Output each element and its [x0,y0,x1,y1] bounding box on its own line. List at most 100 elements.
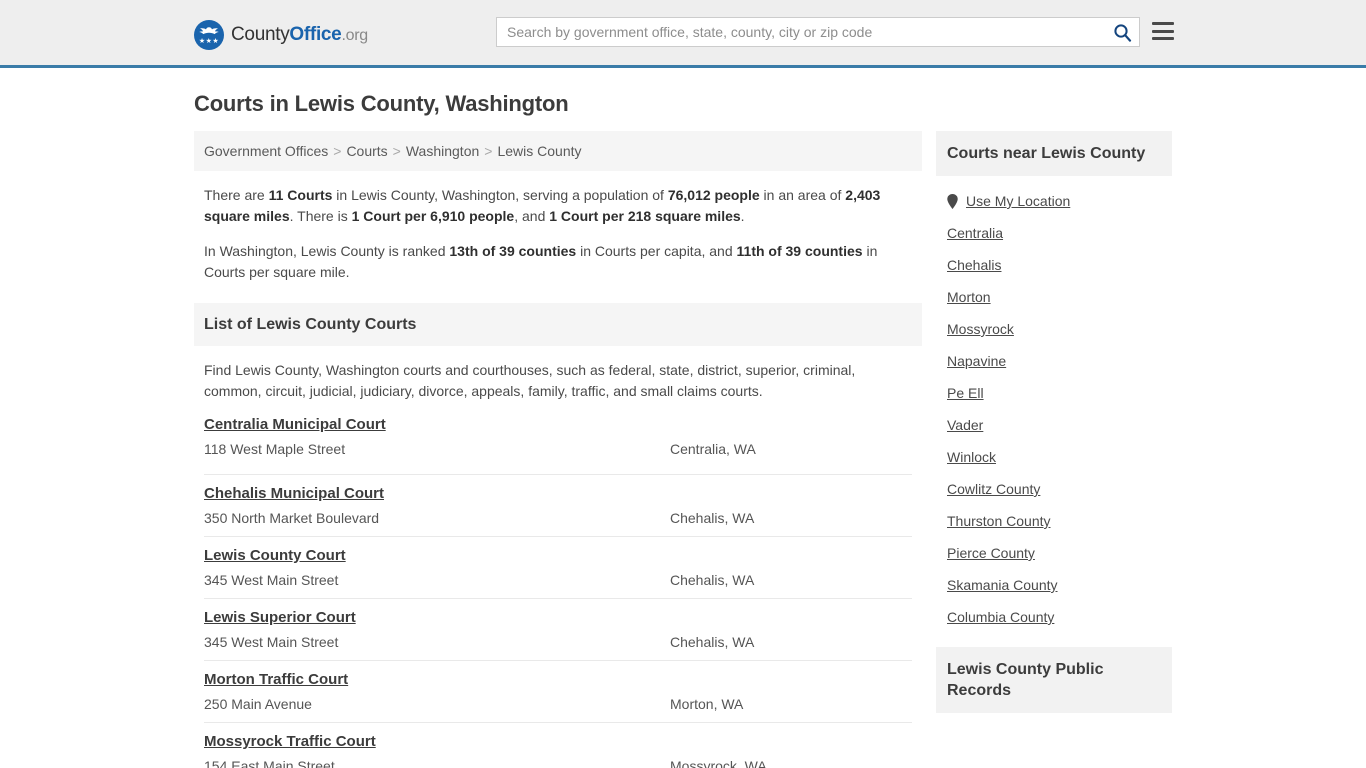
nearby-link-row[interactable]: Cowlitz County [947,473,1161,505]
breadcrumb-item[interactable]: Government Offices [204,143,328,159]
nearby-link[interactable]: Pe Ell [947,385,984,401]
nearby-link[interactable]: Morton [947,289,991,305]
hamburger-bar [1152,29,1174,33]
nearby-link-row[interactable]: Pierce County [947,537,1161,569]
nearby-link-row[interactable]: Chehalis [947,249,1161,281]
county-statistics: There are 11 Courts in Lewis County, Was… [194,171,922,303]
nearby-link[interactable]: Centralia [947,225,1003,241]
use-my-location-link[interactable]: Use My Location [966,193,1070,209]
court-name-link[interactable]: Lewis Superior Court [204,609,356,626]
statistic-value: 76,012 people [667,187,760,203]
court-list-item: Lewis Superior Court 345 West Main Street… [204,598,912,660]
nearby-link[interactable]: Winlock [947,449,996,465]
brand-text-org: .org [341,27,368,44]
nearby-link[interactable]: Thurston County [947,513,1051,529]
nearby-link[interactable]: Napavine [947,353,1006,369]
use-my-location-row[interactable]: Use My Location [947,185,1161,217]
nearby-link-row[interactable]: Thurston County [947,505,1161,537]
court-list-item: Centralia Municipal Court 118 West Maple … [204,414,912,474]
statistics-paragraph-2: In Washington, Lewis County is ranked 13… [204,241,912,283]
search-icon [1113,23,1131,42]
statistic-text: There are [204,187,269,203]
public-records-heading: Lewis County Public Records [936,647,1172,713]
eagle-icon [199,27,219,35]
nearby-link-row[interactable]: Vader [947,409,1161,441]
court-meta: 250 Main Avenue Morton, WA [204,695,912,713]
statistic-text: . [740,208,745,224]
nearby-link-row[interactable]: Mossyrock [947,313,1161,345]
nearby-courts-links: Use My Location Centralia Chehalis Morton M… [936,176,1172,633]
nearby-link[interactable]: Columbia County [947,609,1054,625]
public-records-panel: Lewis County Public Records [936,647,1172,713]
nearby-link[interactable]: Chehalis [947,257,1001,273]
hamburger-bar [1152,37,1174,40]
search-button[interactable] [1105,18,1139,46]
page-title: Courts in Lewis County, Washington [194,91,569,116]
court-address: 350 North Market Boulevard [204,510,380,526]
court-meta: 345 West Main Street Chehalis, WA [204,571,912,589]
page-body: Courts in Lewis County, Washington Gover… [0,91,1366,768]
statistics-paragraph-1: There are 11 Courts in Lewis County, Was… [204,185,912,227]
brand-text-office: Office [289,24,342,45]
breadcrumb-separator: > [333,143,342,159]
nearby-link-row[interactable]: Columbia County [947,601,1161,633]
nearby-link-row[interactable]: Centralia [947,217,1161,249]
court-city-state: Chehalis, WA [670,634,755,650]
location-pin-icon [947,193,958,209]
court-meta: 118 West Maple Street Centralia, WA [204,440,912,458]
breadcrumb-separator: > [484,143,493,159]
sidebar: Courts near Lewis County Use My Location… [936,131,1172,727]
nearby-link[interactable]: Vader [947,417,983,433]
breadcrumb-item[interactable]: Lewis County [497,143,581,159]
court-meta: 154 East Main Street Mossyrock, WA [204,757,912,768]
nearby-link-row[interactable]: Napavine [947,345,1161,377]
statistic-text: in Courts per capita, and [576,243,737,259]
nearby-link-row[interactable]: Morton [947,281,1161,313]
menu-button[interactable] [1152,20,1174,42]
court-city-state: Chehalis, WA [670,510,755,526]
statistic-value: 11th of 39 counties [736,243,863,259]
statistic-text: In Washington, Lewis County is ranked [204,243,450,259]
nearby-link-row[interactable]: Pe Ell [947,377,1161,409]
court-address: 345 West Main Street [204,634,339,650]
nearby-link[interactable]: Skamania County [947,577,1058,593]
statistic-value: 11 Courts [268,187,333,203]
court-address: 250 Main Avenue [204,696,312,712]
court-list: Centralia Municipal Court 118 West Maple … [194,414,922,768]
statistic-text: in an area of [759,187,846,203]
nearby-link-row[interactable]: Skamania County [947,569,1161,601]
court-list-item: Chehalis Municipal Court 350 North Market… [204,474,912,536]
nearby-link[interactable]: Mossyrock [947,321,1014,337]
statistic-text: , and [514,208,550,224]
eagle-seal-icon: ★★★ [194,20,224,50]
search-input[interactable] [497,18,1105,46]
site-logo[interactable]: ★★★ CountyOffice.org [194,20,368,50]
nearby-courts-heading: Courts near Lewis County [936,131,1172,176]
statistic-text: in Lewis County, Washington, serving a p… [332,187,668,203]
statistic-value: 1 Court per 218 square miles [549,208,741,224]
court-address: 154 East Main Street [204,758,335,768]
nearby-link-row[interactable]: Winlock [947,441,1161,473]
court-city-state: Centralia, WA [670,441,756,457]
court-meta: 350 North Market Boulevard Chehalis, WA [204,509,912,527]
site-header: ★★★ CountyOffice.org [0,0,1366,68]
list-section-heading: List of Lewis County Courts [194,303,922,346]
breadcrumb-item[interactable]: Washington [406,143,479,159]
court-meta: 345 West Main Street Chehalis, WA [204,633,912,651]
brand-text-county: County [231,24,290,45]
court-list-item: Lewis County Court 345 West Main Street Ch… [204,536,912,598]
court-name-link[interactable]: Morton Traffic Court [204,671,348,688]
court-name-link[interactable]: Mossyrock Traffic Court [204,733,376,750]
nearby-link[interactable]: Pierce County [947,545,1035,561]
stars-icon: ★★★ [198,38,220,45]
nearby-link[interactable]: Cowlitz County [947,481,1040,497]
court-name-link[interactable]: Centralia Municipal Court [204,416,386,433]
court-address: 118 West Maple Street [204,441,346,457]
court-name-link[interactable]: Lewis County Court [204,547,346,564]
hamburger-bar [1152,22,1174,25]
breadcrumb-item[interactable]: Courts [346,143,387,159]
statistic-value: 13th of 39 counties [449,243,577,259]
list-section-description: Find Lewis County, Washington courts and… [204,362,856,399]
search-bar [496,17,1140,47]
court-name-link[interactable]: Chehalis Municipal Court [204,485,384,502]
